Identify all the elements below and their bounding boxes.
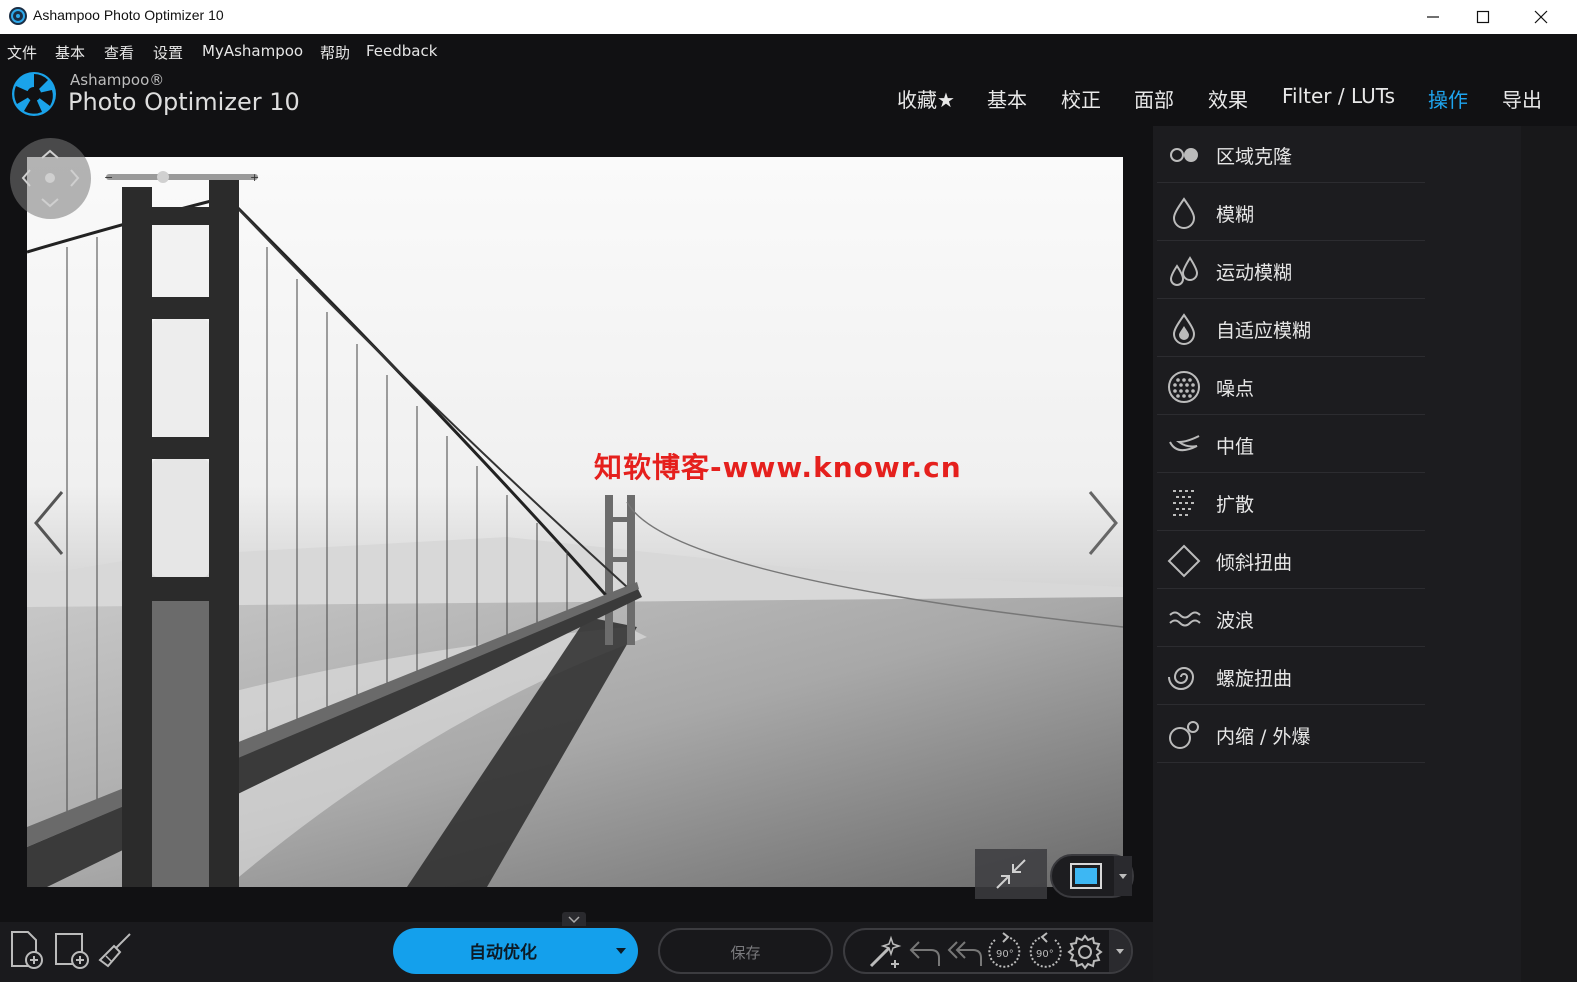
tool-label: 噪点 — [1216, 378, 1255, 400]
save-button[interactable]: 保存 — [658, 928, 833, 974]
wave-icon — [1169, 611, 1201, 627]
tool-label: 运动模糊 — [1216, 262, 1293, 284]
tab-effects[interactable]: 效果 — [1208, 84, 1248, 113]
tool-diffuse[interactable]: 扩散 — [1157, 474, 1425, 531]
tab-export[interactable]: 导出 — [1502, 84, 1542, 113]
save-label: 保存 — [730, 944, 761, 962]
diffuse-icon — [1173, 490, 1194, 516]
tools-panel: 区域克隆 模糊 运动模糊 自适应模糊 噪点 中值 扩散 倾斜扭曲 波浪 螺旋扭曲… — [1153, 126, 1577, 982]
panel-scroll-track[interactable] — [1521, 126, 1577, 982]
tool-motion-blur[interactable]: 运动模糊 — [1157, 242, 1425, 299]
blur-drop-icon — [1172, 197, 1196, 229]
ashampoo-logo-icon — [12, 72, 56, 116]
menu-view[interactable]: 查看 — [104, 42, 134, 63]
tab-face[interactable]: 面部 — [1134, 84, 1174, 113]
tool-noise[interactable]: 噪点 — [1157, 358, 1425, 415]
title-bar: Ashampoo Photo Optimizer 10 — [0, 0, 1577, 34]
tool-wave[interactable]: 波浪 — [1157, 590, 1425, 647]
menu-myashampoo[interactable]: MyAshampoo — [202, 42, 303, 60]
tool-label: 内缩 / 外爆 — [1216, 726, 1311, 748]
maximize-icon — [1476, 10, 1490, 24]
bridge-photo — [27, 157, 1123, 887]
previous-image-arrow[interactable] — [30, 488, 70, 558]
rotate-left-label: 90° — [996, 949, 1014, 960]
app-logo-icon — [9, 7, 27, 25]
tool-area-clone[interactable]: 区域克隆 — [1157, 126, 1425, 183]
settings-gear-icon[interactable] — [1065, 932, 1105, 972]
close-button[interactable] — [1512, 0, 1570, 34]
watermark-text: 知软博客-www.knowr.cn — [594, 451, 962, 484]
logo-brand: Ashampoo® — [70, 71, 165, 89]
new-file-icon[interactable] — [6, 930, 46, 970]
window-title: Ashampoo Photo Optimizer 10 — [33, 7, 224, 23]
zoom-slider[interactable]: − + — [102, 170, 262, 184]
tab-favorites[interactable]: 收藏★ — [897, 84, 955, 113]
clear-brush-icon[interactable] — [96, 930, 136, 970]
add-image-icon[interactable] — [52, 930, 92, 970]
tool-label: 模糊 — [1216, 204, 1255, 226]
menu-settings[interactable]: 设置 — [153, 42, 183, 63]
menu-help[interactable]: 帮助 — [320, 42, 350, 63]
svg-text:+: + — [250, 171, 259, 184]
tab-correction[interactable]: 校正 — [1061, 84, 1101, 113]
view-mode-selector[interactable] — [1050, 854, 1134, 898]
tool-label: 中值 — [1216, 436, 1255, 458]
tool-label: 区域克隆 — [1216, 146, 1293, 168]
tool-label: 扩散 — [1216, 494, 1255, 516]
close-icon — [1534, 10, 1548, 24]
rotate-left-icon[interactable]: 90° — [985, 932, 1025, 972]
edit-tools-group: 90° 90° — [843, 928, 1133, 974]
tool-swirl[interactable]: 螺旋扭曲 — [1157, 648, 1425, 705]
magic-wand-icon[interactable] — [865, 932, 905, 972]
auto-optimize-button[interactable]: 自动优化 — [393, 928, 638, 974]
tool-label: 波浪 — [1216, 610, 1255, 632]
logo-product: Photo Optimizer 10 — [68, 88, 300, 116]
tool-pinch-explode[interactable]: 内缩 / 外爆 — [1157, 706, 1425, 763]
photo-canvas[interactable] — [27, 157, 1123, 887]
tool-label: 倾斜扭曲 — [1216, 552, 1293, 574]
single-view-icon — [1070, 856, 1132, 896]
clone-icon — [1170, 148, 1198, 162]
tools-more-dropdown[interactable] — [1109, 930, 1131, 972]
tool-label: 自适应模糊 — [1216, 320, 1312, 342]
motion-blur-icon — [1169, 256, 1199, 286]
menu-feedback[interactable]: Feedback — [366, 42, 437, 60]
tool-median[interactable]: 中值 — [1157, 416, 1425, 473]
tool-label: 螺旋扭曲 — [1216, 668, 1293, 690]
menu-basic[interactable]: 基本 — [55, 42, 85, 63]
menu-file[interactable]: 文件 — [7, 42, 37, 63]
undo-all-icon[interactable] — [945, 932, 985, 972]
auto-optimize-dropdown-icon[interactable] — [616, 948, 626, 954]
menu-bar: 文件 基本 查看 设置 MyAshampoo 帮助 Feedback — [0, 34, 1577, 66]
pinch-icon — [1169, 721, 1199, 749]
undo-icon[interactable] — [905, 932, 945, 972]
maximize-button[interactable] — [1454, 0, 1512, 34]
auto-optimize-label: 自动优化 — [469, 943, 537, 963]
next-image-arrow[interactable] — [1082, 488, 1122, 558]
tool-adaptive-blur[interactable]: 自适应模糊 — [1157, 300, 1425, 357]
adaptive-blur-icon — [1172, 313, 1196, 345]
median-icon — [1169, 435, 1200, 452]
skew-icon — [1167, 544, 1201, 578]
tool-skew[interactable]: 倾斜扭曲 — [1157, 532, 1425, 589]
shrink-arrows-icon — [996, 859, 1026, 889]
navigation-pad[interactable] — [10, 138, 91, 219]
rotate-right-icon[interactable]: 90° — [1025, 932, 1065, 972]
pan-arrows-icon — [21, 149, 80, 208]
noise-icon — [1168, 371, 1200, 403]
tab-basic[interactable]: 基本 — [987, 84, 1027, 113]
chevron-down-icon — [568, 916, 580, 924]
caret-down-icon — [1116, 949, 1124, 954]
tab-operations[interactable]: 操作 — [1428, 84, 1468, 113]
rotate-right-label: 90° — [1036, 949, 1054, 960]
minimize-icon — [1427, 16, 1439, 18]
fit-to-window-button[interactable] — [975, 849, 1047, 899]
tool-blur[interactable]: 模糊 — [1157, 184, 1425, 241]
collapse-filmstrip-button[interactable] — [562, 912, 586, 926]
svg-text:−: − — [104, 171, 113, 184]
tab-filter-luts[interactable]: Filter / LUTs — [1282, 84, 1395, 108]
swirl-icon — [1168, 667, 1195, 690]
